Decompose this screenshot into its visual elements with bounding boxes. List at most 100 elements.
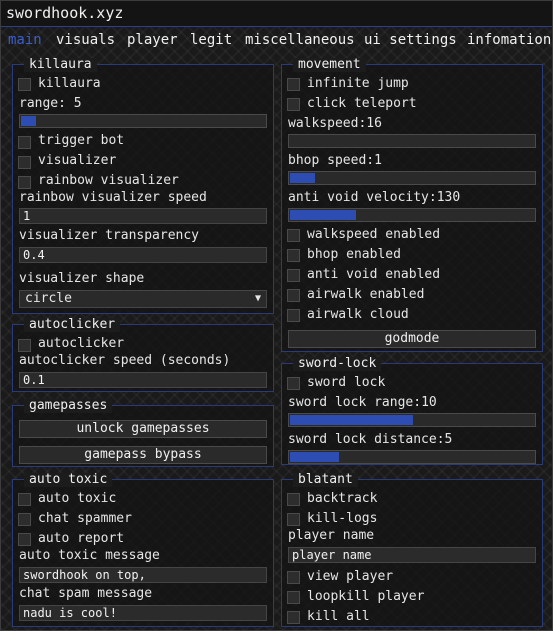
autoclicker-checkbox[interactable]: [18, 339, 31, 352]
loopkill-player-checkbox[interactable]: [287, 591, 300, 604]
auto-toxic-message-input[interactable]: swordhook on top,: [19, 567, 267, 583]
auto-toxic-checkbox[interactable]: [18, 493, 31, 506]
infinite-jump-checkbox[interactable]: [287, 78, 300, 91]
sword-lock-range-label: sword lock range:10: [288, 395, 437, 410]
kill-logs-label: kill-logs: [307, 511, 378, 526]
autoclicker-title: autoclicker: [24, 318, 121, 332]
range-slider-fill: [21, 116, 36, 126]
movement-panel: movement infinite jump click teleport wa…: [281, 58, 543, 352]
view-player-checkbox[interactable]: [287, 571, 300, 584]
trigger-bot-label: trigger bot: [38, 133, 125, 148]
autoclicker-panel: autoclicker autoclicker autoclicker spee…: [12, 318, 274, 392]
rainbow-speed-input[interactable]: 1: [19, 208, 267, 224]
auto-toxic-title: auto toxic: [24, 473, 113, 487]
killaura-title: killaura: [24, 58, 97, 72]
airwalk-enabled-checkbox[interactable]: [287, 289, 300, 302]
kill-all-label: kill all: [307, 609, 370, 624]
bhop-speed-label: bhop speed:1: [288, 153, 382, 168]
visualizer-checkbox[interactable]: [18, 156, 31, 169]
rainbow-visualizer-checkbox[interactable]: [18, 176, 31, 189]
unlock-gamepasses-button[interactable]: unlock gamepasses: [19, 420, 267, 438]
bhop-speed-value: 1: [374, 153, 382, 168]
gamepasses-title: gamepasses: [24, 399, 113, 413]
anti-void-velocity-slider[interactable]: [288, 208, 536, 222]
blatant-panel: blatant backtrack kill-logs player name …: [281, 473, 543, 627]
range-slider[interactable]: [19, 114, 267, 128]
shape-label: visualizer shape: [19, 271, 145, 286]
view-player-label: view player: [307, 569, 394, 584]
range-value: 5: [73, 96, 82, 111]
click-teleport-checkbox[interactable]: [287, 98, 300, 111]
auto-toxic-label: auto toxic: [38, 491, 117, 506]
tab-visuals[interactable]: visuals: [56, 32, 115, 48]
loopkill-player-label: loopkill player: [307, 589, 425, 604]
tab-player[interactable]: player: [127, 32, 178, 48]
sword-lock-checkbox[interactable]: [287, 377, 300, 390]
airwalk-enabled-label: airwalk enabled: [307, 287, 425, 302]
auto-toxic-panel: auto toxic auto toxic chat spammer auto …: [12, 473, 274, 627]
sword-lock-distance-value: 5: [444, 432, 453, 447]
walkspeed-slider[interactable]: [288, 134, 536, 148]
anti-void-velocity-value: 130: [436, 190, 461, 205]
window: swordhook.xyz main visuals player legit …: [0, 0, 553, 631]
auto-report-checkbox[interactable]: [18, 533, 31, 546]
trigger-bot-checkbox[interactable]: [18, 136, 31, 149]
rainbow-visualizer-label: rainbow visualizer: [38, 173, 179, 188]
chat-spammer-label: chat spammer: [38, 511, 132, 526]
range-label: range: 5: [19, 96, 82, 111]
player-name-input[interactable]: player name: [288, 547, 536, 563]
bhop-enabled-checkbox[interactable]: [287, 249, 300, 262]
sword-lock-range-slider-fill: [290, 415, 413, 425]
blatant-title: blatant: [293, 473, 358, 487]
transparency-input[interactable]: 0.4: [19, 247, 267, 263]
tab-bar: main visuals player legit miscellaneous …: [1, 30, 552, 52]
tab-legit[interactable]: legit: [190, 32, 232, 48]
walkspeed-label: walkspeed:16: [288, 116, 382, 131]
walkspeed-value: 16: [366, 116, 382, 131]
autoclicker-speed-input[interactable]: 0.1: [19, 372, 267, 388]
sword-lock-title: sword-lock: [293, 357, 382, 371]
backtrack-label: backtrack: [307, 491, 378, 506]
shape-dropdown[interactable]: circle ▼: [19, 290, 267, 308]
tab-ui-settings[interactable]: ui settings: [364, 32, 457, 48]
sword-lock-distance-slider-fill: [290, 452, 339, 462]
godmode-button[interactable]: godmode: [288, 330, 536, 348]
tab-infomation[interactable]: infomation: [467, 32, 551, 48]
infinite-jump-label: infinite jump: [307, 76, 409, 91]
visualizer-label: visualizer: [38, 153, 117, 168]
rainbow-speed-label: rainbow visualizer speed: [19, 190, 207, 205]
kill-logs-checkbox[interactable]: [287, 513, 300, 526]
gamepasses-panel: gamepasses unlock gamepasses gamepass by…: [12, 399, 274, 467]
auto-toxic-message-label: auto toxic message: [19, 548, 160, 563]
backtrack-checkbox[interactable]: [287, 493, 300, 506]
walkspeed-enabled-checkbox[interactable]: [287, 229, 300, 242]
anti-void-enabled-checkbox[interactable]: [287, 269, 300, 282]
movement-title: movement: [293, 58, 366, 72]
sword-lock-range-slider[interactable]: [288, 413, 536, 427]
sword-lock-distance-slider[interactable]: [288, 450, 536, 464]
bhop-speed-slider[interactable]: [288, 171, 536, 185]
sword-lock-distance-label: sword lock distance:5: [288, 432, 453, 447]
airwalk-cloud-label: airwalk cloud: [307, 307, 409, 322]
sword-lock-label: sword lock: [307, 375, 386, 390]
chat-spam-message-input[interactable]: nadu is cool!: [19, 605, 267, 621]
walkspeed-enabled-label: walkspeed enabled: [307, 227, 441, 242]
player-name-label: player name: [288, 528, 375, 543]
gamepass-bypass-button[interactable]: gamepass bypass: [19, 446, 267, 464]
chat-spam-message-label: chat spam message: [19, 586, 153, 601]
bhop-speed-slider-fill: [290, 173, 315, 183]
airwalk-cloud-checkbox[interactable]: [287, 309, 300, 322]
killaura-checkbox[interactable]: [18, 78, 31, 91]
killaura-panel: killaura killaura range: 5 trigger bot v…: [12, 58, 274, 314]
tab-miscellaneous[interactable]: miscellaneous: [245, 32, 355, 48]
click-teleport-label: click teleport: [307, 96, 417, 111]
kill-all-checkbox[interactable]: [287, 611, 300, 624]
tab-main[interactable]: main: [8, 32, 42, 48]
chat-spammer-checkbox[interactable]: [18, 513, 31, 526]
transparency-label: visualizer transparency: [19, 228, 200, 243]
title-bar[interactable]: swordhook.xyz: [1, 1, 552, 27]
anti-void-velocity-slider-fill: [290, 210, 356, 220]
anti-void-enabled-label: anti void enabled: [307, 267, 441, 282]
sword-lock-panel: sword-lock sword lock sword lock range:1…: [281, 357, 543, 465]
sword-lock-range-value: 10: [421, 395, 437, 410]
